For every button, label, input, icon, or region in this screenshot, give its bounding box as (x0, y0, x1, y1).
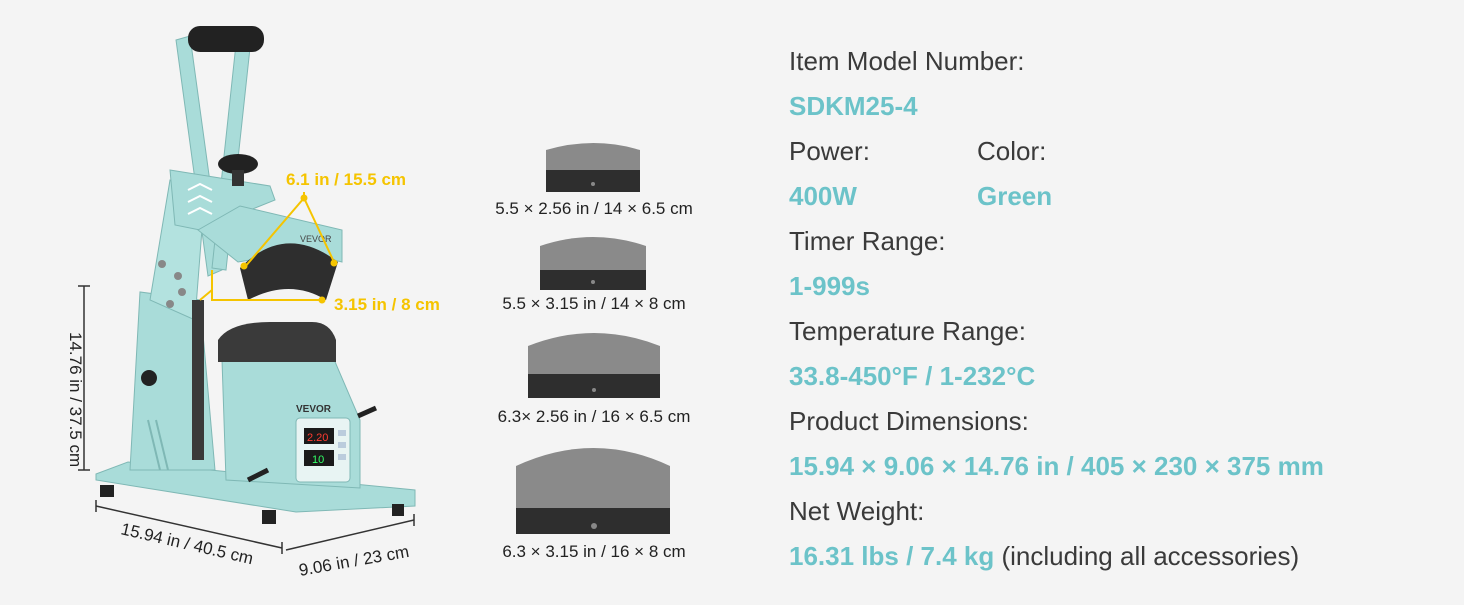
color-label: Color: (977, 136, 1047, 166)
plate-2: 5.5 × 3.15 in / 14 × 8 cm (502, 237, 686, 313)
arc-depth-label: 3.15 in / 8 cm (334, 295, 440, 314)
timer-value: 1-999s (789, 271, 870, 301)
timer-label: Timer Range: (789, 226, 946, 256)
temperature-value: 33.8-450°F / 1-232°C (789, 361, 1036, 391)
dimension-width: 9.06 in / 23 cm (285, 514, 415, 580)
dimensions-value: 15.94 × 9.06 × 14.76 in / 405 × 230 × 37… (789, 451, 1324, 481)
display-top-readout: 2.20 (307, 432, 328, 444)
spec-panel: Item Model Number: SDKM25-4 Power: Color… (789, 42, 1449, 582)
weight-note: (including all accessories) (1001, 541, 1300, 571)
power-color-values: 400W Green (789, 177, 1449, 222)
temperature-label: Temperature Range: (789, 316, 1027, 346)
dimension-length: 15.94 in / 40.5 cm (95, 500, 283, 568)
plate-1: 5.5 × 2.56 in / 14 × 6.5 cm (495, 143, 693, 218)
power-label: Power: (789, 136, 870, 166)
product-infographic: VEVOR 2.20 10 VEVOR 6.1 in / 15.5 cm 3.1… (0, 0, 1464, 600)
weight-value: 16.31 lbs / 7.4 kg (789, 541, 995, 571)
heat-press-machine: VEVOR 2.20 10 VEVOR (95, 26, 416, 524)
plate-2-label: 5.5 × 3.15 in / 14 × 8 cm (502, 294, 685, 313)
svg-text:VEVOR: VEVOR (300, 234, 332, 244)
dimension-height: 14.76 in / 37.5 cm (66, 285, 90, 471)
display-bottom-readout: 10 (312, 454, 324, 466)
brand-logo-text: VEVOR (296, 404, 332, 415)
plate-1-label: 5.5 × 2.56 in / 14 × 6.5 cm (495, 199, 693, 218)
plate-3-label: 6.3× 2.56 in / 16 × 6.5 cm (498, 407, 691, 426)
arc-width-label: 6.1 in / 15.5 cm (286, 170, 406, 189)
width-label: 9.06 in / 23 cm (297, 542, 410, 580)
weight-row: 16.31 lbs / 7.4 kg (including all access… (789, 537, 1449, 582)
model-value: SDKM25-4 (789, 91, 918, 121)
height-label: 14.76 in / 37.5 cm (66, 332, 85, 467)
plate-4: 6.3 × 3.15 in / 16 × 8 cm (502, 448, 686, 561)
model-label: Item Model Number: (789, 46, 1025, 76)
weight-label: Net Weight: (789, 496, 925, 526)
dimensions-label: Product Dimensions: (789, 406, 1029, 436)
plate-4-label: 6.3 × 3.15 in / 16 × 8 cm (502, 542, 685, 561)
power-color-labels: Power: Color: (789, 132, 1449, 177)
power-value: 400W (789, 181, 857, 211)
plate-3: 6.3× 2.56 in / 16 × 6.5 cm (498, 333, 691, 426)
color-value: Green (977, 181, 1053, 211)
